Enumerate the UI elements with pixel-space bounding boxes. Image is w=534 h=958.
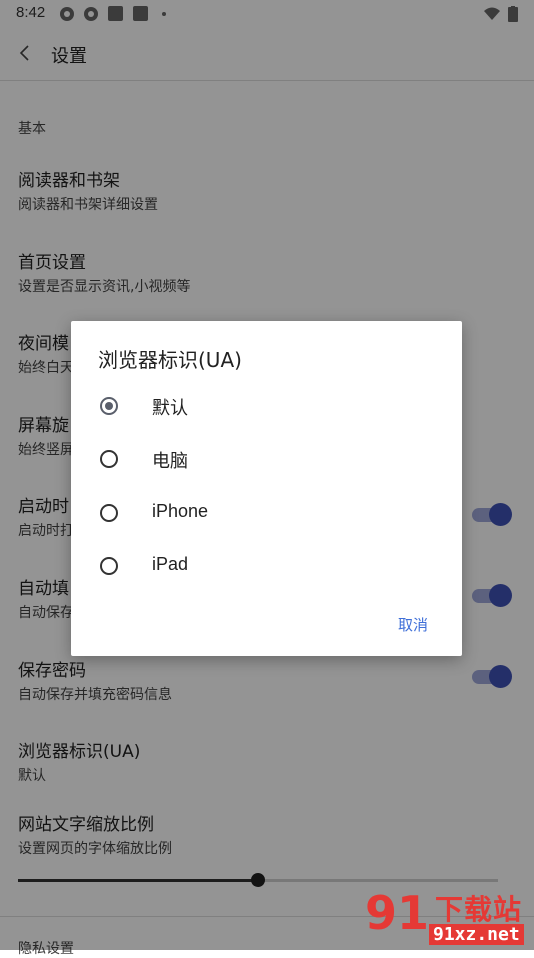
watermark: 91 下载站 91xz.net [365,888,534,950]
option-iphone[interactable]: iPhone [71,490,462,542]
option-label: 默认 [152,398,188,418]
option-label: iPhone [152,501,209,521]
watermark-title: 下载站 [435,893,523,926]
option-default[interactable]: 默认 [71,383,462,435]
option-ipad[interactable]: iPad [71,543,462,595]
radio-button[interactable] [100,557,118,575]
cancel-button[interactable]: 取消 [398,614,428,635]
user-agent-dialog: 浏览器标识(UA) 默认 电脑 iPhone iPad 取消 [71,321,462,656]
radio-button[interactable] [100,450,118,468]
dialog-title: 浏览器标识(UA) [98,348,242,372]
option-label: iPad [152,554,189,574]
option-desktop[interactable]: 电脑 [71,436,462,488]
radio-button[interactable] [100,397,118,415]
option-label: 电脑 [152,451,188,471]
radio-button[interactable] [100,504,118,522]
watermark-logo: 91 [365,886,430,940]
watermark-url: 91xz.net [429,924,524,945]
